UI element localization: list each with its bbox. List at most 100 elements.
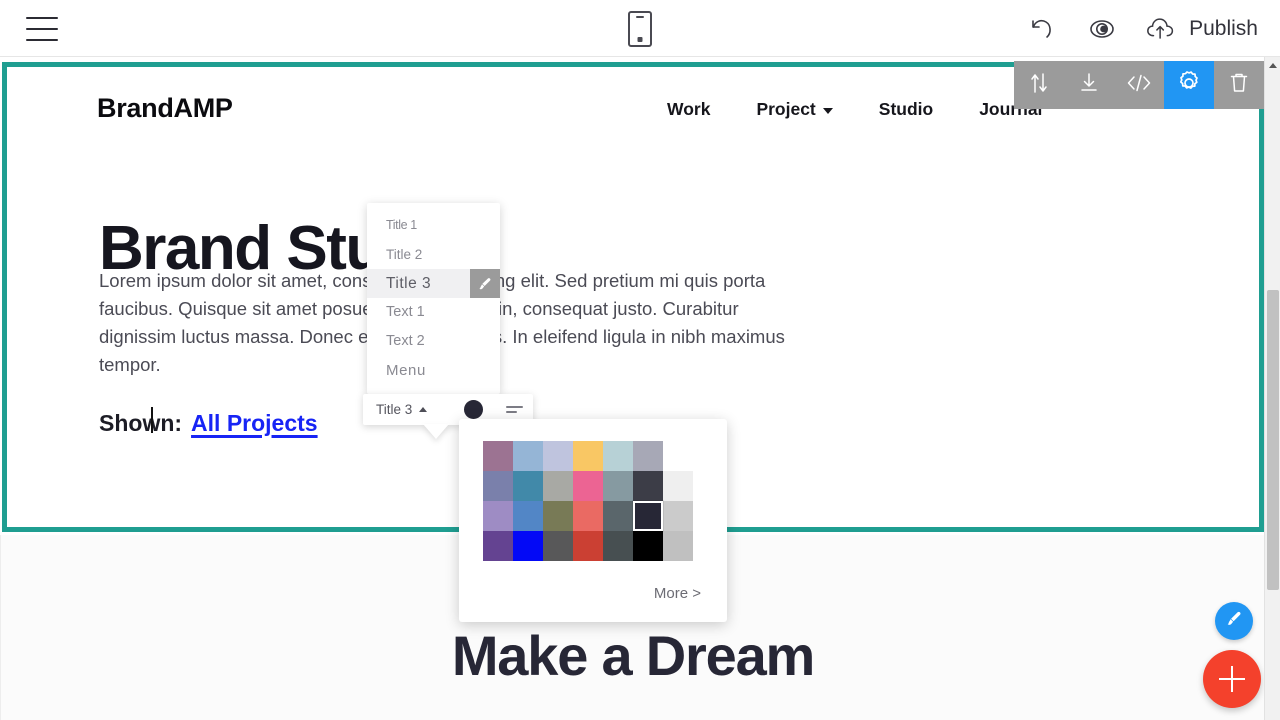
text-type-value: Title 3 (376, 402, 413, 417)
style-brush-fab[interactable] (1215, 602, 1253, 640)
color-swatch[interactable] (573, 501, 603, 531)
type-option-menu[interactable]: Menu (367, 356, 500, 385)
download-icon (1077, 71, 1101, 100)
site-logo[interactable]: BrandAMP (97, 93, 233, 124)
color-swatch[interactable] (513, 471, 543, 501)
text-cursor (151, 407, 153, 433)
move-block-button[interactable] (1014, 61, 1064, 109)
color-swatch[interactable] (603, 531, 633, 561)
code-brackets-icon (1126, 72, 1152, 99)
page-scrollbar[interactable] (1264, 57, 1280, 720)
nav-item-project[interactable]: Project (756, 99, 833, 120)
nav-label: Studio (878, 99, 934, 119)
delete-block-button[interactable] (1214, 61, 1264, 109)
editor-canvas: Make a Dream BrandAMP Work Project Studi… (0, 57, 1280, 720)
plus-icon (1219, 666, 1245, 692)
align-line (506, 406, 524, 408)
scrollbar-thumb[interactable] (1267, 290, 1279, 590)
hamburger-line (26, 39, 58, 41)
nav-item-work[interactable]: Work (667, 99, 710, 120)
nav-label: Project (756, 99, 816, 119)
type-option-label: Text 1 (386, 304, 425, 321)
type-option-label: Title 2 (386, 246, 423, 262)
align-lines-icon[interactable] (506, 406, 524, 413)
color-swatch[interactable] (663, 501, 693, 531)
color-swatch[interactable] (633, 531, 663, 561)
color-swatch[interactable] (483, 471, 513, 501)
color-swatch[interactable] (543, 471, 573, 501)
color-swatch[interactable] (573, 531, 603, 561)
hamburger-icon[interactable] (26, 17, 58, 41)
color-swatch[interactable] (573, 471, 603, 501)
type-option-title-1[interactable]: Title 1 (367, 211, 500, 240)
color-swatch[interactable] (513, 531, 543, 561)
publish-button[interactable]: Publish (1145, 12, 1258, 46)
trash-icon (1228, 71, 1250, 100)
nav-label: Work (667, 99, 711, 119)
text-type-select[interactable]: Title 3 (363, 394, 440, 425)
cloud-upload-icon (1145, 12, 1179, 46)
color-swatch[interactable] (573, 441, 603, 471)
all-projects-link[interactable]: All Projects (191, 410, 318, 437)
color-swatch[interactable] (663, 531, 693, 561)
chevron-down-icon (822, 107, 833, 114)
color-swatch[interactable] (483, 501, 513, 531)
edit-code-button[interactable] (1114, 61, 1164, 109)
color-swatch[interactable] (603, 441, 633, 471)
text-type-dropdown-menu: Title 1 Title 2 Title 3 Text 1 Text 2 Me… (367, 203, 500, 394)
app-toolbar-actions: Publish (1025, 0, 1258, 57)
color-swatch[interactable] (633, 471, 663, 501)
color-swatch[interactable] (603, 501, 633, 531)
text-color-button[interactable] (464, 400, 484, 419)
hamburger-line (26, 28, 58, 30)
nav-item-studio[interactable]: Studio (879, 99, 933, 120)
publish-label: Publish (1189, 16, 1258, 40)
type-option-title-3[interactable]: Title 3 (367, 269, 500, 298)
color-swatch[interactable] (513, 441, 543, 471)
mobile-device-icon[interactable] (628, 11, 652, 47)
caret-up-icon (1269, 63, 1277, 68)
hamburger-line (26, 17, 58, 19)
color-swatch[interactable] (543, 531, 573, 561)
color-swatch[interactable] (633, 441, 663, 471)
more-colors-link[interactable]: More > (654, 585, 701, 602)
type-option-text-2[interactable]: Text 2 (367, 327, 500, 356)
add-block-fab[interactable] (1203, 650, 1261, 708)
eye-preview-icon[interactable] (1085, 12, 1119, 46)
device-speaker (636, 16, 644, 18)
editor-root: Publish Make a Dream BrandAMP Work Proje… (0, 0, 1280, 720)
block-settings-button[interactable] (1164, 61, 1214, 109)
type-option-label: Menu (386, 362, 426, 379)
color-picker-popup: More > (459, 419, 727, 622)
type-option-label: Title 1 (386, 218, 417, 233)
color-swatch[interactable] (633, 501, 663, 531)
type-option-title-2[interactable]: Title 2 (367, 240, 500, 269)
align-line (506, 411, 518, 413)
paintbrush-icon (1224, 609, 1244, 634)
color-swatch[interactable] (483, 531, 513, 561)
download-block-button[interactable] (1064, 61, 1114, 109)
color-swatch[interactable] (543, 441, 573, 471)
paintbrush-icon[interactable] (470, 269, 500, 298)
type-option-text-1[interactable]: Text 1 (367, 298, 500, 327)
type-option-label: Text 2 (386, 333, 425, 350)
shown-label-text: Shown: (99, 410, 183, 436)
app-toolbar: Publish (0, 0, 1280, 57)
shown-label: Shown: (99, 407, 183, 437)
color-swatch[interactable] (513, 501, 543, 531)
color-swatch[interactable] (663, 471, 693, 501)
site-navigation: Work Project Studio Journal (667, 99, 1042, 120)
device-home-button (637, 37, 643, 42)
scroll-up-button[interactable] (1265, 57, 1280, 74)
undo-icon[interactable] (1025, 12, 1059, 46)
color-swatch[interactable] (543, 501, 573, 531)
color-swatch-grid (483, 441, 693, 561)
plus-vertical (1230, 666, 1234, 692)
color-swatch (663, 441, 693, 471)
gear-icon (1176, 70, 1202, 101)
block-toolbar (1014, 61, 1264, 109)
chevron-up-icon (419, 407, 428, 412)
color-swatch[interactable] (483, 441, 513, 471)
color-swatch[interactable] (603, 471, 633, 501)
shown-line[interactable]: Shown: All Projects (99, 407, 318, 437)
